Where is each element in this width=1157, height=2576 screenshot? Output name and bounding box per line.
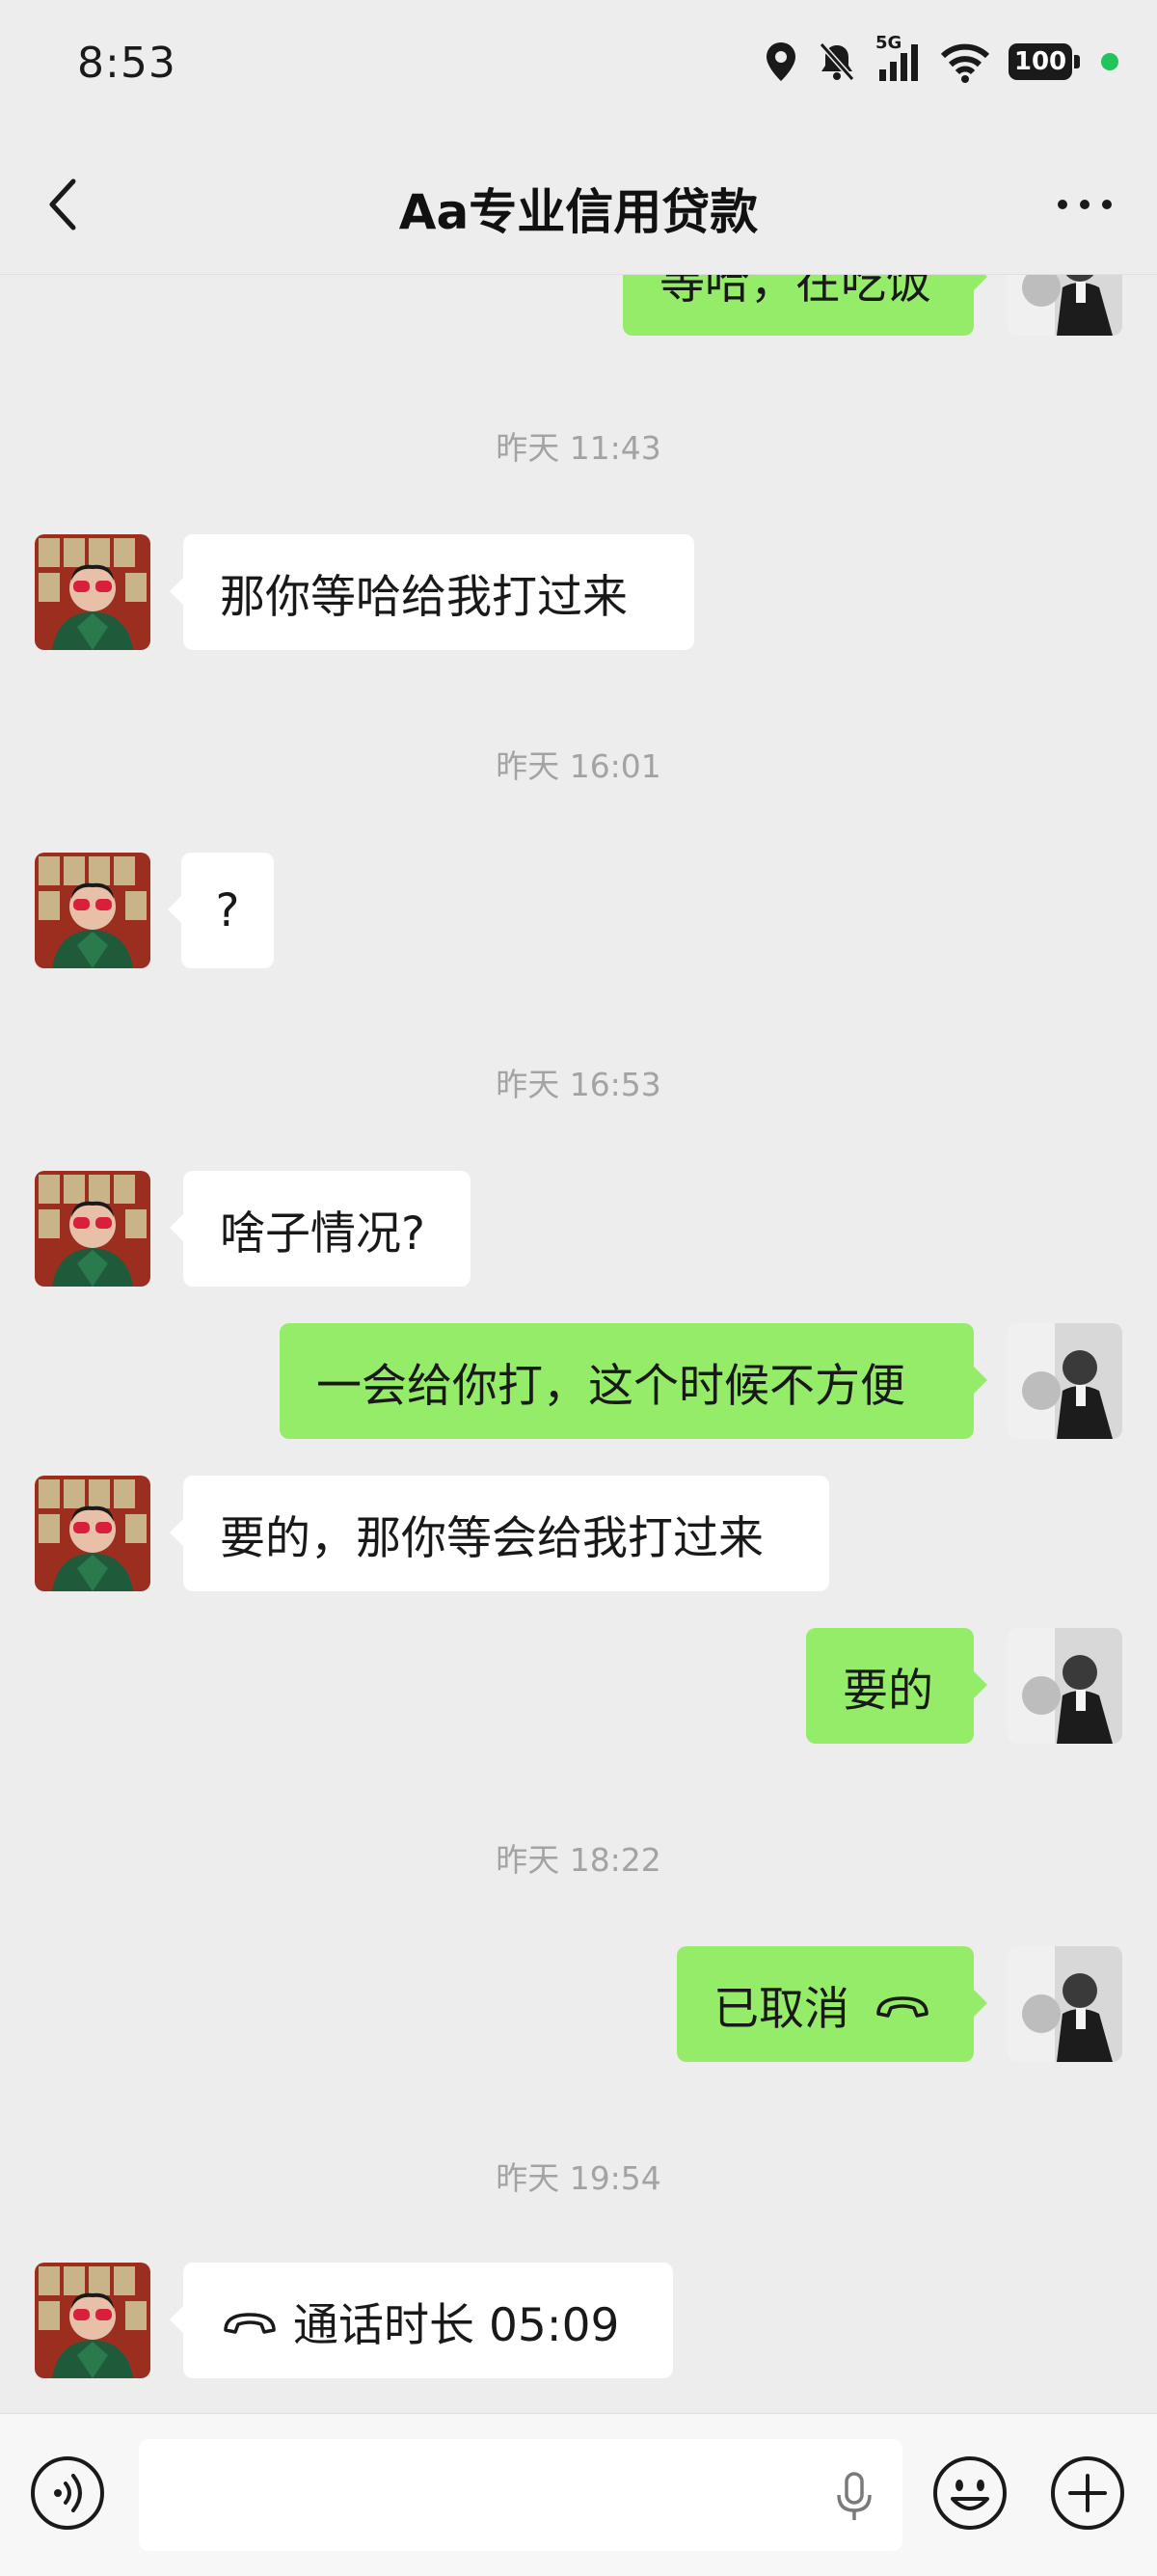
message-bubble-contact[interactable]: 要的，那你等会给我打过来 [170,1476,829,1591]
more-functions-button[interactable] [1049,2454,1126,2532]
status-icons: 5G 100 [764,33,1118,83]
avatar-contact[interactable] [35,853,150,968]
call-record-bubble-contact[interactable]: 通话时长 05:09 [170,2263,673,2378]
status-bar: 8:53 5G 100 [0,0,1157,135]
message-input[interactable] [139,2439,902,2551]
timestamp: 昨天 16:53 [496,1066,661,1103]
timestamp: 昨天 16:01 [496,747,661,785]
message-bubble-contact[interactable]: 啥子情况? [170,1171,471,1287]
battery-icon: 100 [1009,43,1080,80]
avatar-self[interactable] [1007,1323,1122,1439]
emoji-icon [933,2456,1007,2530]
more-options-button[interactable] [1051,183,1118,226]
wifi-icon [939,41,991,83]
message-bubble-contact[interactable]: ? [168,853,274,968]
avatar-contact[interactable] [35,1171,150,1287]
phone-icon [874,1978,930,2031]
status-time: 8:53 [77,39,176,88]
message-bubble-self[interactable]: 等哈，在吃饭 [623,274,987,336]
message-list[interactable]: 等哈，在吃饭 昨天 11:43 那你等哈给我打过来 昨天 16:01 ? 昨天 … [0,274,1157,2413]
message-bubble-self[interactable]: 一会给你打，这个时候不方便 [280,1323,987,1439]
timestamp: 昨天 19:54 [496,2159,661,2197]
avatar-contact[interactable] [35,534,150,650]
microphone-icon[interactable] [835,2472,874,2526]
timestamp: 昨天 11:43 [496,429,661,467]
battery-level: 100 [1009,43,1072,80]
avatar-self[interactable] [1007,274,1122,336]
voice-mode-button[interactable] [29,2454,106,2532]
plus-icon [1051,2456,1124,2530]
phone-icon [222,2294,278,2347]
chat-header: Aa专业信用贷款 [0,135,1157,275]
avatar-self[interactable] [1007,1946,1122,2062]
chat-title: Aa专业信用贷款 [398,184,759,240]
voice-icon [31,2456,104,2530]
emoji-button[interactable] [931,2454,1009,2532]
avatar-self[interactable] [1007,1628,1122,1744]
privacy-indicator-icon [1101,53,1118,70]
signal-icon: 5G [875,33,922,83]
message-bubble-self[interactable]: 要的 [806,1628,987,1744]
message-bubble-contact[interactable]: 那你等哈给我打过来 [170,534,694,650]
location-icon [764,41,798,83]
network-label: 5G [875,33,902,53]
timestamp: 昨天 18:22 [496,1841,661,1879]
bell-muted-icon [816,41,858,83]
avatar-contact[interactable] [35,1476,150,1591]
input-bar [0,2413,1157,2576]
call-record-bubble-self[interactable]: 已取消 [677,1946,987,2062]
avatar-contact[interactable] [35,2263,150,2378]
more-dots-icon [1058,200,1112,209]
